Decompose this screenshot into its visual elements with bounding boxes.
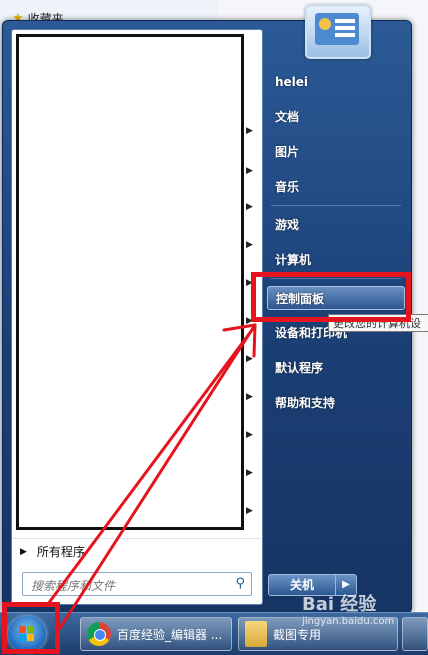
chevron-right-icon[interactable]: ▶ [246, 240, 253, 250]
triangle-right-icon: ▶ [20, 546, 27, 557]
taskbar-item-label: 百度经验_编辑器 ... [117, 627, 223, 642]
annotation-box-control-panel [251, 272, 411, 322]
menu-item-music[interactable]: 音乐 [267, 175, 405, 199]
annotation-box-start-button [2, 602, 60, 654]
chevron-right-icon[interactable]: ▶ [246, 506, 253, 516]
chevron-right-icon[interactable]: ▶ [246, 166, 253, 176]
search-placeholder: 搜索程序和文件 [31, 579, 116, 593]
chevron-right-icon[interactable]: ▶ [246, 430, 253, 440]
search-icon[interactable]: ⚲ [235, 576, 245, 591]
chevron-right-icon[interactable]: ▶ [246, 354, 253, 364]
search-input[interactable]: 搜索程序和文件 ⚲ [22, 572, 252, 596]
separator [271, 205, 401, 206]
chevron-right-icon[interactable]: ▶ [246, 202, 253, 212]
redacted-program-list [16, 34, 244, 530]
menu-item-computer[interactable]: 计算机 [267, 248, 405, 272]
chevron-right-icon[interactable]: ▶ [246, 126, 253, 136]
menu-item-pictures[interactable]: 图片 [267, 140, 405, 164]
user-picture[interactable] [305, 5, 371, 59]
menu-item-default-programs[interactable]: 默认程序 [267, 356, 405, 380]
programs-pane: ▶ ▶ ▶ ▶ ▶ ▶ ▶ ▶ ▶ ▶ ▶ ▶ 所有程序 搜索程序和文件 ⚲ [11, 29, 263, 605]
watermark-text: Bai 经验 [302, 594, 377, 615]
baidu-watermark: Bai 经验 jingyan.baidu.com [302, 590, 394, 627]
folder-icon [245, 621, 267, 647]
menu-item-games[interactable]: 游戏 [267, 213, 405, 237]
chevron-right-icon[interactable]: ▶ [246, 392, 253, 402]
watermark-url: jingyan.baidu.com [302, 616, 395, 627]
menu-item-documents[interactable]: 文档 [267, 105, 405, 129]
control-panel-picture-icon [315, 13, 359, 45]
all-programs-button[interactable]: ▶ 所有程序 [12, 538, 262, 564]
chrome-icon [87, 622, 111, 646]
all-programs-label: 所有程序 [36, 545, 85, 559]
taskbar-item-browser[interactable]: 百度经验_编辑器 ... [80, 617, 232, 651]
taskbar-item-label: 截图专用 [273, 627, 322, 642]
taskbar-item-paint[interactable] [402, 617, 428, 651]
menu-item-user[interactable]: helei [267, 70, 405, 94]
chevron-right-icon: ▶ [342, 579, 350, 590]
menu-item-help-support[interactable]: 帮助和支持 [267, 391, 405, 415]
chevron-right-icon[interactable]: ▶ [246, 468, 253, 478]
